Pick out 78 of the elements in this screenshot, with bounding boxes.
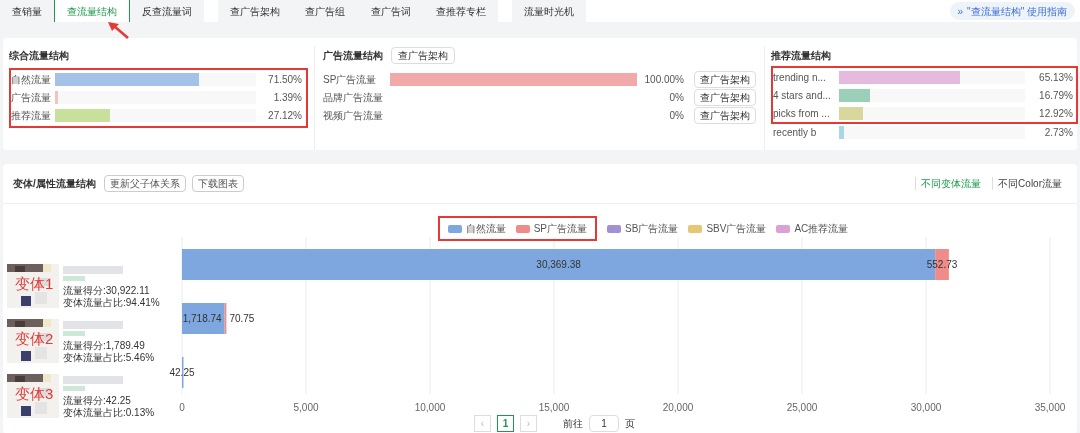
legend-label[interactable]: AC推荐流量 <box>794 221 849 236</box>
ad-structure-button[interactable]: 查广告架构 <box>694 70 756 88</box>
annotation-arrow-icon <box>106 20 130 40</box>
row-label: 广告流量 <box>11 90 52 105</box>
axis-tick-label: 10,000 <box>414 402 446 413</box>
section-title: 广告流量结构 <box>323 48 383 63</box>
goto-label: 前往 <box>563 417 583 431</box>
percent-value: 0% <box>668 90 684 105</box>
annotation-label: 变体3 <box>15 386 54 401</box>
row-label: 自然流量 <box>11 72 52 87</box>
percent-value: 0% <box>668 108 684 123</box>
traffic-share: 变体流量占比:94.41% <box>63 296 160 310</box>
blurred-tag <box>63 386 85 391</box>
blurred-title <box>63 266 123 274</box>
percent-value: 1.39% <box>272 90 302 105</box>
axis-tick-label: 15,000 <box>538 402 570 413</box>
ad-structure-button[interactable]: 查广告架构 <box>694 106 756 124</box>
bar-value-label: 30,369.38 <box>536 259 581 270</box>
blurred-title <box>63 321 123 329</box>
tab[interactable]: 查销量 <box>0 0 54 22</box>
row-label: 视频广告流量 <box>323 108 384 123</box>
bar-value-label: 70.75 <box>229 313 255 324</box>
axis-tick-label: 35,000 <box>1034 402 1066 413</box>
tab[interactable]: 查广告组 <box>292 0 358 22</box>
legend-label[interactable]: SP广告流量 <box>533 221 588 236</box>
percent-value: 12.92% <box>1038 106 1073 121</box>
percent-value: 16.79% <box>1038 88 1073 103</box>
blurred-tag <box>63 276 85 281</box>
percent-value: 2.73% <box>1043 125 1073 140</box>
toolbar-button[interactable]: 下载图表 <box>191 175 244 192</box>
tab[interactable]: 查广告词 <box>358 0 424 22</box>
blurred-title <box>63 376 123 384</box>
legend-label[interactable]: SB广告流量 <box>625 221 679 236</box>
blurred-tag <box>63 331 85 336</box>
axis-tick-label: 5,000 <box>293 402 319 413</box>
traffic-score: 流量得分:42.25 <box>63 394 131 407</box>
ad-structure-button[interactable]: 查广告架构 <box>391 46 455 64</box>
legend-label[interactable]: SBV广告流量 <box>706 221 767 236</box>
tab[interactable]: 查流量结构 <box>54 0 130 22</box>
percent-value: 27.12% <box>267 108 302 123</box>
row-label: trending n... <box>773 70 827 85</box>
annotation-label: 变体2 <box>15 331 54 346</box>
toolbar-button[interactable]: 更新父子体关系 <box>103 175 186 192</box>
axis-tick-label: 30,000 <box>910 402 942 413</box>
section-title: 综合流量结构 <box>9 48 70 63</box>
tab[interactable]: 查广告架构 <box>218 0 292 22</box>
chevron-icon: » <box>957 3 964 19</box>
guide-link[interactable]: » "查流量结构" 使用指南 <box>949 2 1075 20</box>
row-label: 品牌广告流量 <box>323 90 384 105</box>
view-toggle[interactable]: 不同Color流量 <box>992 177 1067 190</box>
traffic-share: 变体流量占比:5.46% <box>63 351 155 365</box>
page-suffix: 页 <box>625 417 635 431</box>
percent-value: 65.13% <box>1038 70 1073 85</box>
legend-label[interactable]: 自然流量 <box>465 221 506 236</box>
ad-structure-button[interactable]: 查广告架构 <box>694 88 756 106</box>
axis-tick-label: 20,000 <box>662 402 694 413</box>
annotation-label: 变体1 <box>15 276 54 291</box>
tab[interactable]: 流量时光机 <box>512 0 586 22</box>
section-title: 推荐流量结构 <box>771 48 832 63</box>
percent-value: 71.50% <box>267 72 302 87</box>
percent-value: 100.00% <box>643 72 684 87</box>
traffic-score: 流量得分:30,922.11 <box>63 284 150 297</box>
axis-tick-label: 0 <box>179 402 185 413</box>
row-label: SP广告流量 <box>323 72 378 87</box>
row-label: recently b <box>773 125 818 140</box>
view-toggle[interactable]: 不同变体流量 <box>915 177 987 190</box>
traffic-share: 变体流量占比:0.13% <box>63 406 155 420</box>
row-label: picks from ... <box>773 106 831 121</box>
row-label: 推荐流量 <box>11 108 52 123</box>
tab[interactable]: 反查流量词 <box>130 0 204 22</box>
section-title: 变体/属性流量结构 <box>13 177 96 191</box>
page-input[interactable]: 1 <box>589 415 619 432</box>
row-label: 4 stars and... <box>773 88 832 103</box>
bar-value-label: 1,718.74 <box>182 313 222 324</box>
tab[interactable]: 查推荐专栏 <box>424 0 498 22</box>
axis-tick-label: 25,000 <box>786 402 818 413</box>
page-button[interactable]: 1 <box>497 415 514 432</box>
traffic-score: 流量得分:1,789.49 <box>63 339 145 352</box>
